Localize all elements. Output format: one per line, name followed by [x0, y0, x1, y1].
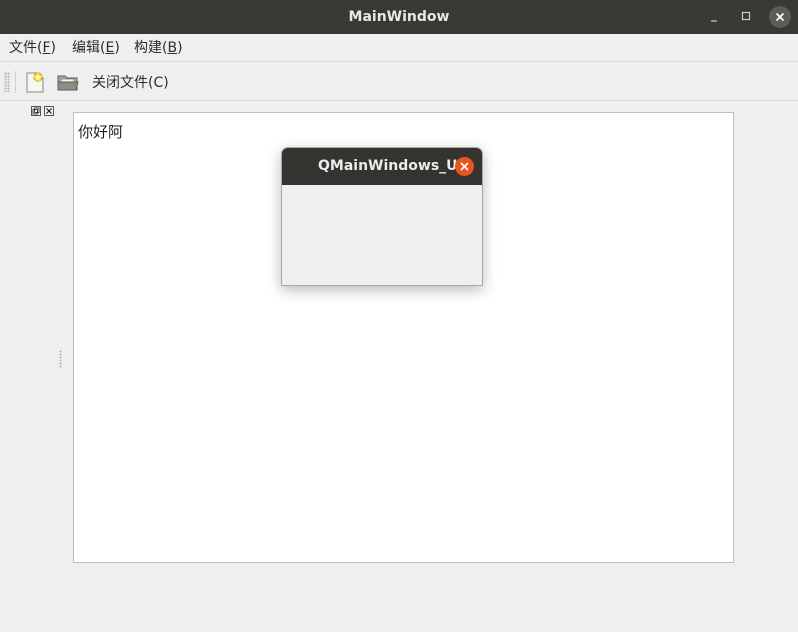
minimize-button[interactable]: [703, 6, 725, 28]
menu-file[interactable]: 文件(F): [9, 34, 56, 62]
toolbar-grip-handle[interactable]: [4, 72, 10, 92]
menubar: 文件(F) 编辑(E) 构建(B): [0, 34, 798, 62]
open-file-button[interactable]: [55, 69, 81, 95]
toolbar-separator: [15, 71, 16, 93]
dialog-title: QMainWindows_Ui: [318, 158, 463, 174]
menu-edit[interactable]: 编辑(E): [72, 34, 120, 62]
maximize-icon: [741, 11, 751, 21]
window-titlebar[interactable]: MainWindow: [0, 0, 798, 34]
dialog-titlebar[interactable]: QMainWindows_Ui: [282, 148, 482, 185]
window-title: MainWindow: [348, 9, 450, 25]
dialog-close-button[interactable]: [455, 157, 474, 176]
minimize-icon: [711, 20, 717, 22]
close-icon: [46, 108, 52, 114]
maximize-button[interactable]: [735, 6, 757, 28]
dock-splitter-handle[interactable]: [59, 350, 62, 368]
new-file-button[interactable]: [22, 69, 48, 95]
menu-build[interactable]: 构建(B): [134, 34, 183, 62]
dock-close-button[interactable]: [44, 106, 54, 116]
dock-float-button[interactable]: [31, 106, 41, 116]
dialog-body: [282, 185, 482, 285]
close-icon: [775, 12, 785, 22]
dialog-window[interactable]: QMainWindows_Ui: [281, 147, 483, 286]
close-button[interactable]: [769, 6, 791, 28]
float-icon: [32, 107, 40, 115]
editor-text: 你好阿: [78, 123, 124, 141]
close-icon: [460, 162, 469, 171]
toolbar: 关闭文件(C): [0, 63, 798, 101]
close-file-button[interactable]: 关闭文件(C): [92, 63, 169, 101]
open-folder-icon: [57, 75, 79, 91]
new-file-icon: [26, 72, 44, 93]
